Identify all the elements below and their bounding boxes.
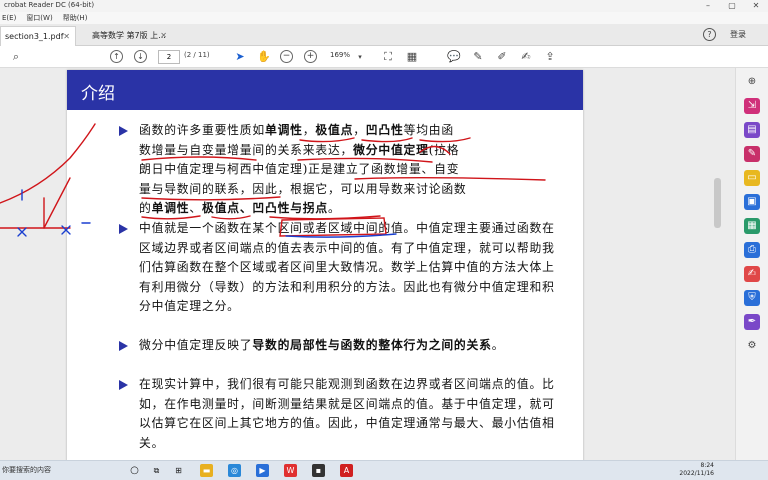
ink-underline bbox=[354, 177, 546, 181]
tab-label: section3_1.pdf bbox=[5, 32, 64, 41]
acrobat-icon[interactable]: A bbox=[340, 464, 353, 477]
page-total: (2 / 11) bbox=[184, 51, 210, 59]
system-clock[interactable]: 8:24 2022/11/16 bbox=[679, 462, 714, 478]
comment-icon[interactable]: ▭ bbox=[744, 170, 760, 186]
ink-box bbox=[279, 217, 387, 237]
create-pdf-icon[interactable]: ▤ bbox=[744, 122, 760, 138]
task-view-icon[interactable]: ⧉ bbox=[150, 464, 163, 477]
menu-help[interactable]: 帮助(H) bbox=[63, 12, 88, 24]
menu-bar: E(E) 窗口(W) 帮助(H) bbox=[0, 12, 768, 24]
export-pdf-icon[interactable]: ⇲ bbox=[744, 98, 760, 114]
wps-icon[interactable]: W bbox=[284, 464, 297, 477]
sign-icon[interactable]: ✍ bbox=[518, 49, 534, 65]
zoom-out-icon[interactable]: − bbox=[280, 50, 293, 63]
ink-annotations bbox=[0, 123, 546, 238]
start-grid-icon[interactable]: ⊞ bbox=[172, 464, 185, 477]
ink-underline bbox=[141, 196, 281, 201]
minimize-button[interactable]: – bbox=[696, 0, 720, 12]
close-icon[interactable]: ✕ bbox=[160, 26, 167, 46]
hand-icon[interactable]: ✋ bbox=[256, 49, 272, 65]
ink-underline bbox=[299, 137, 355, 143]
ink-underline bbox=[297, 157, 433, 163]
ink-diagonal bbox=[43, 177, 71, 229]
ink-underline bbox=[419, 137, 471, 143]
taskbar: 你要搜索的内容 ○ ⧉ ⊞ ▬ ◎ ▶ W ▪ A 8:24 2022/11/1… bbox=[0, 460, 768, 480]
share-icon[interactable]: ⇪ bbox=[542, 49, 558, 65]
browser-icon[interactable]: ◎ bbox=[228, 464, 241, 477]
cortana-icon[interactable]: ○ bbox=[128, 464, 141, 477]
ink-loop bbox=[419, 145, 451, 155]
protect-icon[interactable]: ✍ bbox=[744, 266, 760, 282]
document-area[interactable]: 介绍 函数的许多重要性质如单调性，极值点，凹凸性等均由函 数增量与自变量增量间的… bbox=[0, 68, 735, 460]
ink-underline bbox=[141, 215, 201, 220]
more-tools-icon[interactable]: ⚙ bbox=[744, 338, 760, 354]
help-icon[interactable]: ? bbox=[703, 28, 716, 41]
pen-icon[interactable]: ✎ bbox=[470, 49, 486, 65]
close-icon[interactable]: ✕ bbox=[63, 27, 70, 47]
window-title: crobat Reader DC (64-bit) bbox=[4, 1, 95, 9]
tools-pane: ⊕ ⇲ ▤ ✎ ▭ ▣ ▦ ⎙ ✍ ⛨ ✒ ⚙ bbox=[735, 68, 768, 460]
ink-blue-x bbox=[61, 225, 71, 235]
tab-label: 高等数学 第7版 上... bbox=[92, 31, 166, 40]
search-icon[interactable]: ⌕ bbox=[8, 49, 24, 65]
file-explorer-icon[interactable]: ▬ bbox=[200, 464, 213, 477]
ink-underline bbox=[361, 137, 413, 143]
fill-sign-icon[interactable]: ✒ bbox=[744, 314, 760, 330]
ink-curve bbox=[0, 123, 96, 204]
page-number-input[interactable]: 2 bbox=[158, 50, 180, 64]
ink-underline bbox=[211, 215, 251, 220]
tab-bar: section3_1.pdf ✕ 高等数学 第7版 上... ✕ ? 登录 bbox=[0, 24, 768, 46]
cursor-icon[interactable]: ➤ bbox=[232, 49, 248, 65]
zoom-in-icon[interactable]: + bbox=[304, 50, 317, 63]
arrow-down-icon[interactable]: ↓ bbox=[134, 50, 147, 63]
video-icon[interactable]: ▶ bbox=[256, 464, 269, 477]
shield-icon[interactable]: ⛨ bbox=[744, 290, 760, 306]
app-icon[interactable]: ▪ bbox=[312, 464, 325, 477]
comment-icon[interactable]: 💬 bbox=[446, 49, 462, 65]
taskbar-search-input[interactable]: 你要搜索的内容 bbox=[2, 465, 51, 475]
highlight-icon[interactable]: ✐ bbox=[494, 49, 510, 65]
combine-icon[interactable]: ▣ bbox=[744, 194, 760, 210]
tab-calculus-book[interactable]: 高等数学 第7版 上... ✕ bbox=[88, 26, 172, 46]
fit-page-icon[interactable]: ⛶ bbox=[380, 49, 396, 65]
title-bar: crobat Reader DC (64-bit) – ▢ ✕ bbox=[0, 0, 768, 12]
organize-icon[interactable]: ▦ bbox=[744, 218, 760, 234]
zoom-dropdown-icon[interactable]: ▾ bbox=[352, 49, 368, 65]
toolbar: ⌕ ↑ ↓ 2 (2 / 11) ➤ ✋ − + 169% ▾ ⛶ ▦ 💬 ✎ … bbox=[0, 46, 768, 68]
ink-blue-x bbox=[17, 227, 27, 237]
zoom-icon[interactable]: ⊕ bbox=[744, 74, 760, 90]
zoom-level[interactable]: 169% bbox=[330, 51, 350, 59]
menu-window[interactable]: 窗口(W) bbox=[26, 12, 52, 24]
scan-icon[interactable]: ⎙ bbox=[744, 242, 760, 258]
edit-pdf-icon[interactable]: ✎ bbox=[744, 146, 760, 162]
arrow-up-icon[interactable]: ↑ bbox=[110, 50, 123, 63]
ink-underline bbox=[141, 156, 257, 161]
window-controls: – ▢ ✕ bbox=[696, 0, 768, 12]
scroll-mode-icon[interactable]: ▦ bbox=[404, 49, 420, 65]
tab-section3-1[interactable]: section3_1.pdf ✕ bbox=[0, 26, 76, 46]
close-button[interactable]: ✕ bbox=[744, 0, 768, 12]
menu-edit[interactable]: E(E) bbox=[2, 12, 16, 24]
login-button[interactable]: 登录 bbox=[730, 29, 746, 40]
maximize-button[interactable]: ▢ bbox=[720, 0, 744, 12]
vertical-scrollbar[interactable] bbox=[714, 178, 721, 228]
